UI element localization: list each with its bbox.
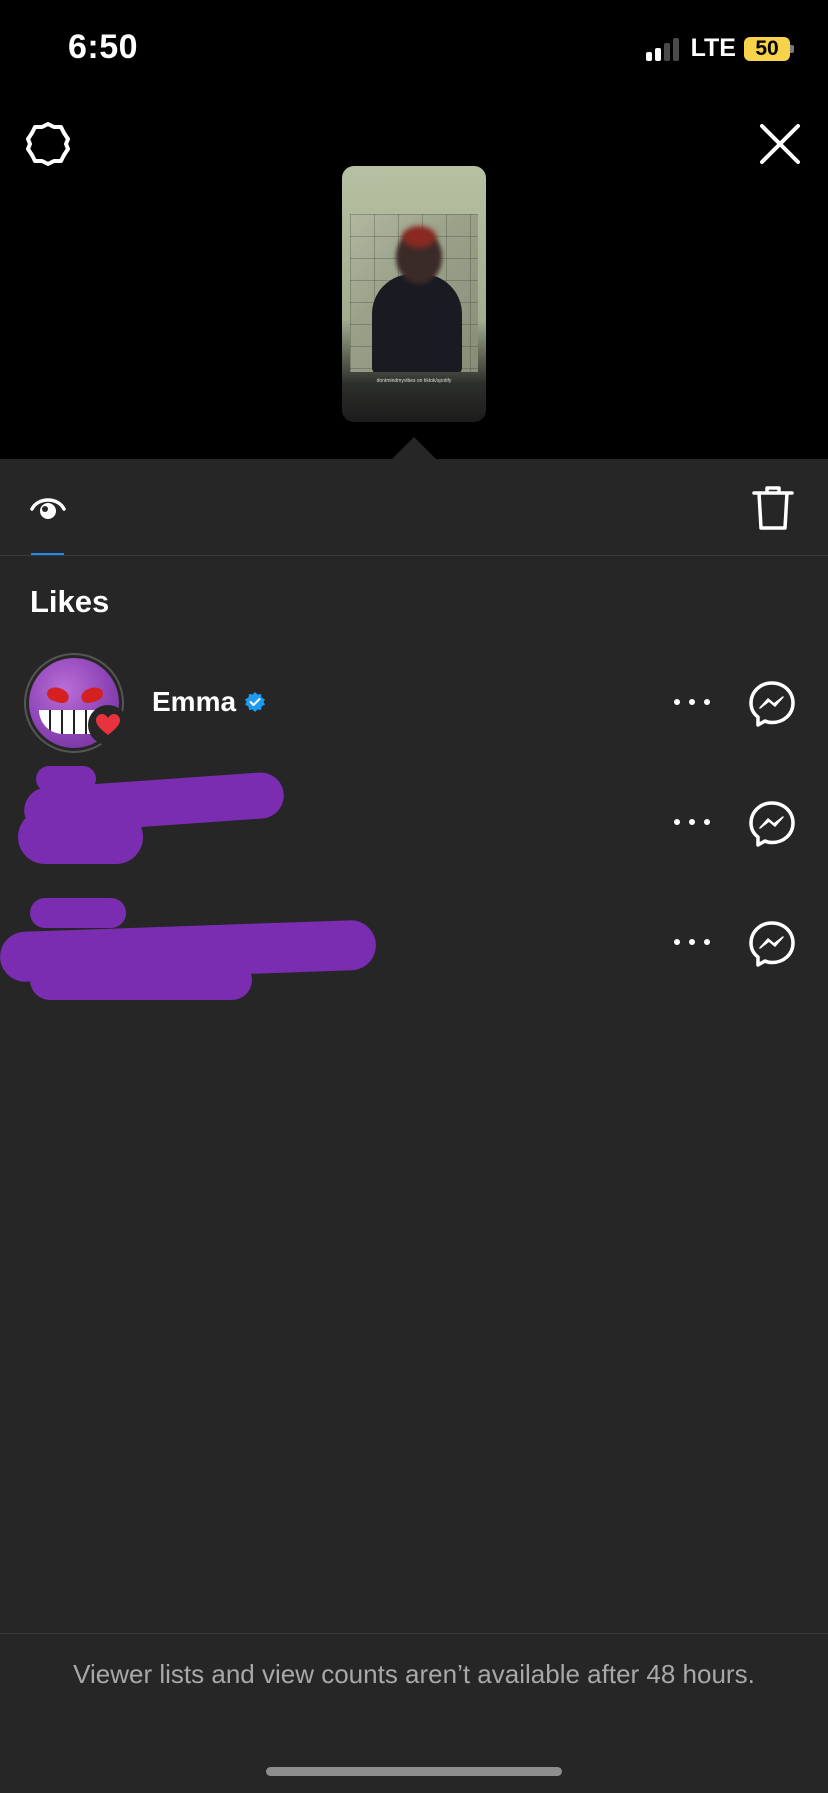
tab-active-indicator	[31, 553, 64, 555]
eye-icon	[30, 498, 66, 519]
list-item[interactable]: Emma	[0, 650, 828, 760]
story-thumbnail[interactable]: dontmindmyvibes on tiktok/spotify	[342, 166, 486, 422]
battery-level: 50	[744, 36, 790, 61]
signal-icon	[645, 37, 679, 61]
status-indicators: LTE 50	[645, 34, 794, 63]
home-indicator[interactable]	[266, 1767, 562, 1776]
selection-pointer	[392, 437, 436, 459]
list-item[interactable]	[0, 890, 828, 1000]
message-button[interactable]	[748, 920, 796, 968]
status-time: 6:50	[68, 28, 139, 66]
username-label: Emma	[152, 686, 237, 717]
message-button[interactable]	[748, 680, 796, 728]
gear-icon	[26, 122, 70, 166]
message-button[interactable]	[748, 800, 796, 848]
heart-icon	[96, 714, 120, 735]
story-toolbar	[0, 459, 828, 556]
battery-icon: 50	[744, 36, 794, 61]
redaction	[30, 898, 126, 928]
close-icon	[760, 124, 800, 164]
likes-heading: Likes	[30, 584, 110, 619]
messenger-icon	[749, 921, 795, 967]
close-button[interactable]	[756, 120, 804, 168]
list-item[interactable]	[0, 766, 828, 880]
trash-icon	[752, 486, 794, 530]
more-options-button[interactable]	[674, 692, 710, 712]
verified-badge-icon	[245, 692, 266, 712]
redaction	[30, 960, 252, 1000]
tab-viewers[interactable]	[28, 489, 68, 529]
like-badge	[88, 705, 128, 745]
footer: Viewer lists and view counts aren’t avai…	[0, 1633, 828, 1793]
more-options-button[interactable]	[674, 932, 710, 952]
settings-button[interactable]	[24, 120, 72, 168]
story-header: 6:50 LTE 50 dontmindmyvibes on tiktok/sp…	[0, 0, 828, 459]
redaction	[18, 810, 143, 864]
availability-notice: Viewer lists and view counts aren’t avai…	[73, 1659, 755, 1689]
messenger-icon	[749, 801, 795, 847]
messenger-icon	[749, 681, 795, 727]
network-label: LTE	[690, 34, 736, 62]
delete-button[interactable]	[752, 485, 794, 531]
story-caption: dontmindmyvibes on tiktok/spotify	[376, 378, 452, 384]
redaction	[36, 766, 96, 792]
username[interactable]: Emma	[152, 686, 266, 718]
story-photo	[350, 214, 478, 372]
more-options-button[interactable]	[674, 812, 710, 832]
